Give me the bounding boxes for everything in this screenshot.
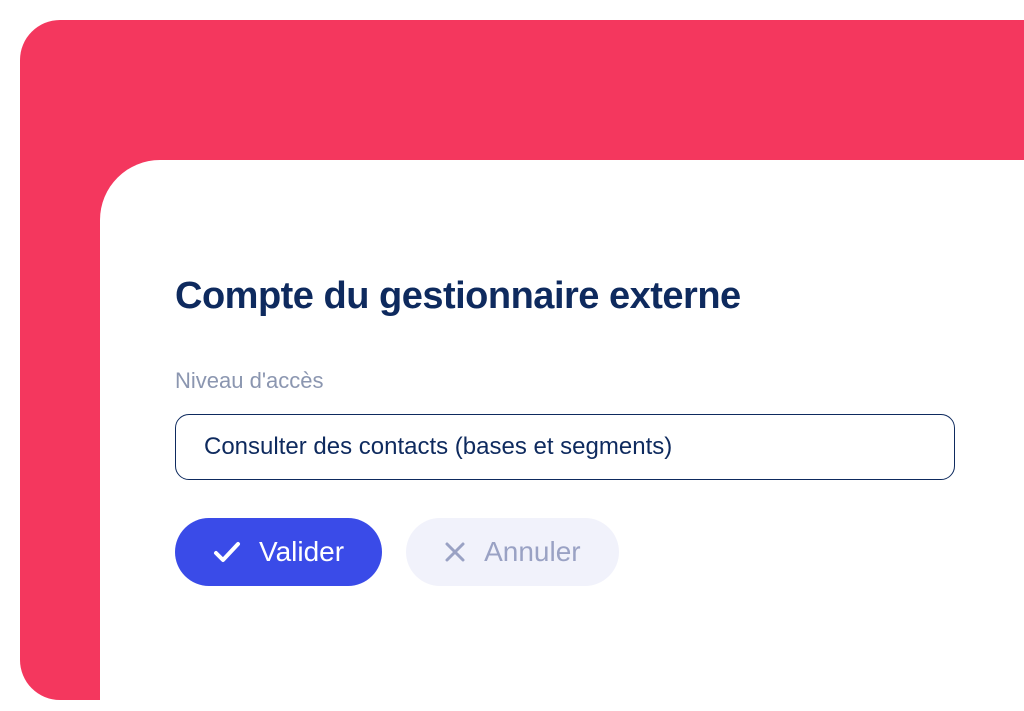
select-value: Consulter des contacts (bases et segment…	[204, 433, 672, 460]
validate-label: Valider	[259, 536, 344, 568]
access-level-label: Niveau d'accès	[175, 368, 954, 394]
validate-button[interactable]: Valider	[175, 518, 382, 586]
check-icon	[213, 541, 241, 563]
access-level-select[interactable]: Consulter des contacts (bases et segment…	[175, 414, 955, 480]
cancel-button[interactable]: Annuler	[406, 518, 619, 586]
cancel-label: Annuler	[484, 536, 581, 568]
manager-account-card: Compte du gestionnaire externe Niveau d'…	[100, 160, 1024, 711]
card-title: Compte du gestionnaire externe	[175, 275, 954, 318]
button-row: Valider Annuler	[175, 518, 954, 586]
close-icon	[444, 541, 466, 563]
